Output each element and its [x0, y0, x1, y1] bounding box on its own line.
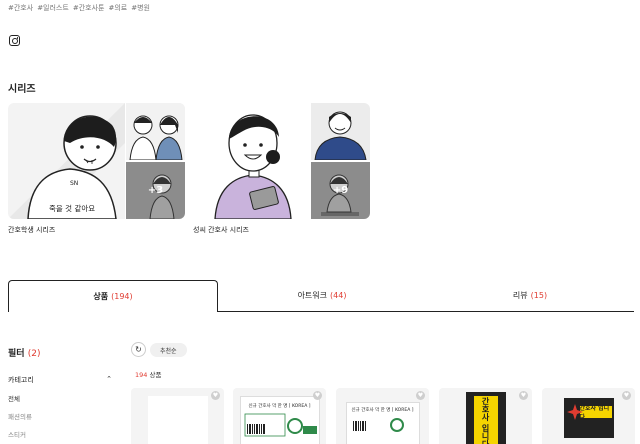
category-item-sticker[interactable]: 스티커: [8, 429, 26, 439]
product-image: [147, 396, 208, 444]
series-section-title: 시리즈: [8, 84, 36, 95]
heart-icon[interactable]: ♥: [622, 391, 631, 400]
hashtag[interactable]: #병원: [131, 3, 150, 13]
sort-button[interactable]: 추천순: [150, 343, 187, 357]
hashtag[interactable]: #간호사툰: [73, 3, 105, 13]
series-thumb-more[interactable]: +9: [311, 162, 370, 219]
series-caption[interactable]: 간호학생 시리즈: [8, 225, 55, 235]
heart-icon[interactable]: ♥: [519, 391, 528, 400]
hashtag[interactable]: #일러스트: [37, 3, 69, 13]
tab-count: (194): [111, 292, 133, 301]
product-card[interactable]: ♥: [131, 388, 224, 444]
heart-icon[interactable]: ♥: [313, 391, 322, 400]
product-image: 신규 간호사 막 한 명 [ KOREA ] 4000: [239, 396, 320, 444]
series-cover-bubble: 죽을 것 같아요: [48, 203, 97, 214]
tab-reviews[interactable]: 리뷰 (15): [426, 280, 634, 312]
product-image: 간호사 입니다: [563, 398, 614, 438]
tab-artwork[interactable]: 아트워크 (44): [218, 280, 426, 312]
product-image: 신규 간호사 막 한 명 [ KOREA ]: [345, 402, 420, 444]
sticker-label: 신규 간호사 막 한 명 [ KOREA ]: [248, 404, 311, 409]
tab-products[interactable]: 상품 (194): [8, 280, 218, 312]
filter-label: 필터: [8, 349, 25, 359]
heart-icon[interactable]: ♥: [416, 391, 425, 400]
filter-title: 필터 (2): [8, 346, 40, 359]
chevron-up-icon: ⌃: [106, 375, 112, 383]
product-image: 간호사 입니다: [465, 392, 506, 444]
category-toggle[interactable]: 카테고리 ⌃: [8, 375, 112, 385]
content-tabs: 상품 (194) 아트워크 (44) 리뷰 (15): [8, 280, 634, 312]
product-card[interactable]: 신규 간호사 막 한 명 [ KOREA ] ♥: [336, 388, 429, 444]
series-cover-image: SN 죽을 것 같아요: [8, 103, 125, 219]
series-thumb: [311, 103, 370, 160]
tab-count: (44): [330, 291, 347, 300]
tab-label: 상품: [93, 292, 109, 301]
tab-label: 리뷰: [512, 291, 528, 300]
banner-text: 간호사 입니다: [579, 405, 612, 421]
series-caption[interactable]: 성씨 간호사 시리즈: [193, 225, 249, 235]
series-cover-image: [193, 103, 310, 219]
category-item-fashion[interactable]: 패션의류: [8, 411, 32, 421]
product-count: 194 상품: [135, 369, 161, 379]
instagram-icon[interactable]: [9, 35, 20, 46]
filter-count: (2): [27, 349, 41, 359]
product-count-number: 194: [135, 371, 148, 379]
category-label: 카테고리: [8, 376, 34, 384]
category-item-all[interactable]: 전체: [8, 393, 20, 403]
hashtag-list: #간호사 #일러스트 #간호사툰 #의료 #병원: [8, 3, 150, 13]
refresh-icon[interactable]: ↻: [131, 342, 146, 357]
banner-text: 간호사 입니다: [473, 396, 498, 444]
more-count: +3: [147, 185, 164, 196]
tab-count: (15): [530, 291, 548, 300]
product-card[interactable]: 간호사 입니다 ♥: [542, 388, 635, 444]
tab-label: 아트워크: [297, 291, 328, 300]
product-count-label: 상품: [149, 371, 162, 379]
series-thumb: [126, 103, 185, 160]
sticker-label: 신규 간호사 막 한 명 [ KOREA ]: [351, 408, 414, 413]
hashtag[interactable]: #간호사: [8, 3, 33, 13]
product-card[interactable]: 신규 간호사 막 한 명 [ KOREA ] 4000 ♥: [233, 388, 326, 444]
hashtag[interactable]: #의료: [108, 3, 127, 13]
series-cover-text: SN: [70, 180, 79, 187]
heart-icon[interactable]: ♥: [211, 391, 220, 400]
product-card[interactable]: 간호사 입니다 ♥: [439, 388, 532, 444]
more-count: +9: [332, 185, 349, 196]
series-thumb-more[interactable]: +3: [126, 162, 185, 219]
